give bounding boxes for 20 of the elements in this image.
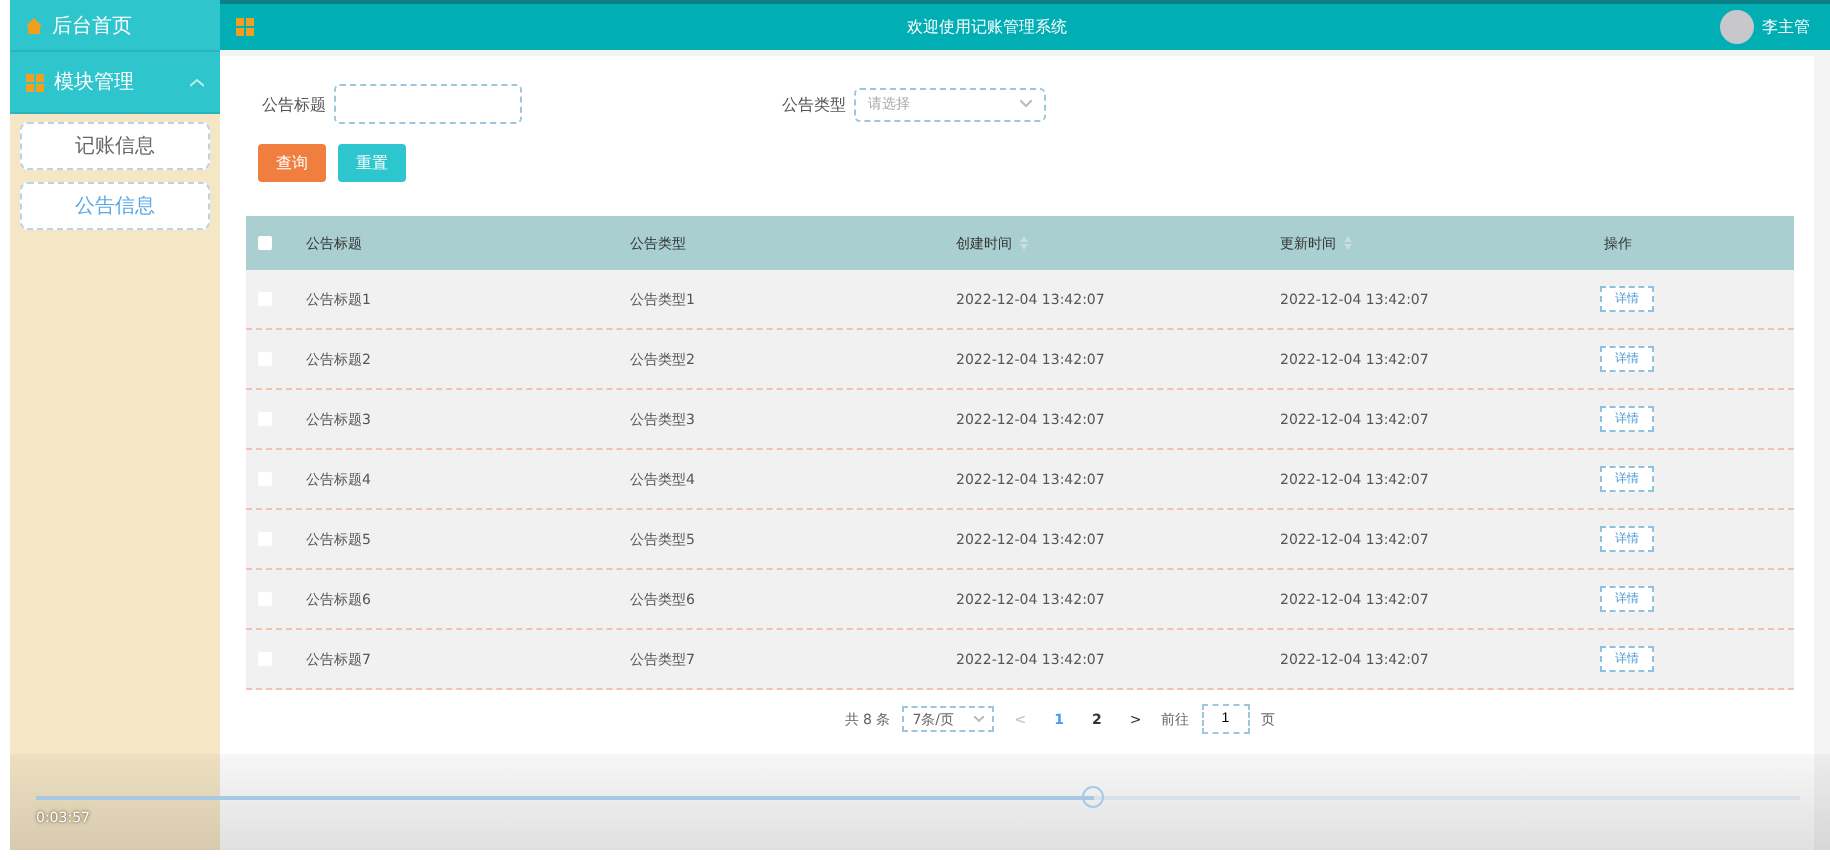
field-label: 公告标题 (262, 93, 326, 115)
chevron-down-icon (1020, 100, 1032, 108)
grid-icon (26, 73, 44, 91)
select-all-checkbox[interactable] (258, 236, 272, 250)
title-input[interactable] (334, 84, 522, 124)
home-icon (26, 17, 42, 33)
sidebar-item[interactable]: 后台首页 (10, 0, 220, 52)
user-name[interactable]: 李主管 (1762, 16, 1810, 38)
submenu-item[interactable]: 记账信息 (20, 122, 210, 170)
reset-button[interactable]: 重置 (338, 144, 406, 182)
chevron-down-icon (974, 716, 985, 722)
seek-handle[interactable] (1082, 786, 1105, 808)
chevron-icon (190, 77, 204, 87)
field-label: 公告类型 (782, 93, 846, 115)
sidebar-group[interactable]: 模块管理 (10, 52, 220, 114)
avatar[interactable] (1720, 10, 1754, 44)
search-button[interactable]: 查询 (258, 144, 326, 182)
submenu-item[interactable]: 公告信息 (20, 182, 210, 230)
menu-icon (236, 18, 254, 36)
system-title: 欢迎使用记账管理系统 (905, 16, 1069, 38)
